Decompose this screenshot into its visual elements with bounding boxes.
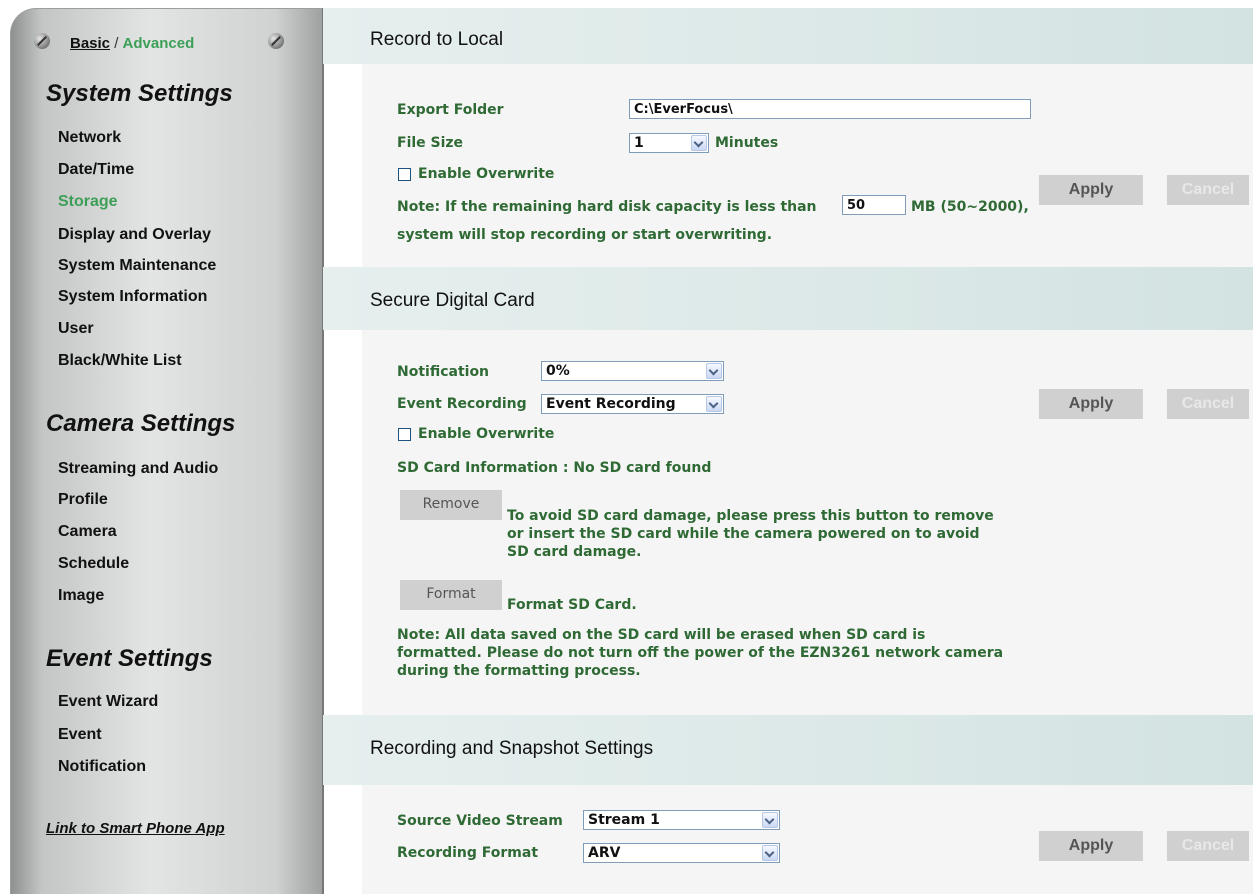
capacity-note-prefix: Note: If the remaining hard disk capacit… <box>397 199 817 215</box>
sidebar-item-display-and-overlay[interactable]: Display and Overlay <box>58 226 211 244</box>
sidebar-item-storage[interactable]: Storage <box>58 193 118 211</box>
remove-text-line2: or insert the SD card while the camera p… <box>507 526 980 542</box>
recording-cancel-button[interactable]: Cancel <box>1167 831 1249 861</box>
export-folder-label: Export Folder <box>397 102 504 118</box>
remove-text-line3: SD card damage. <box>507 544 642 560</box>
capacity-note-line2: system will stop recording or start over… <box>397 227 773 243</box>
sidebar-item-event-wizard[interactable]: Event Wizard <box>58 693 158 711</box>
file-size-label: File Size <box>397 135 464 151</box>
format-note-line2: formatted. Please do not turn off the po… <box>397 645 1004 661</box>
sidebar-item-camera[interactable]: Camera <box>58 523 117 541</box>
apply-button[interactable]: Apply <box>1039 175 1143 205</box>
capacity-input[interactable]: 50 <box>842 195 906 215</box>
source-video-stream-value: Stream 1 <box>588 812 660 828</box>
capacity-note-suffix: MB (50~2000), <box>911 199 1029 215</box>
mode-separator: / <box>110 35 123 52</box>
recording-format-label: Recording Format <box>397 845 539 861</box>
sidebar-item-event[interactable]: Event <box>58 726 102 744</box>
file-size-unit: Minutes <box>715 135 779 151</box>
sd-cancel-button[interactable]: Cancel <box>1167 389 1249 419</box>
notification-value: 0% <box>546 363 570 379</box>
export-folder-input[interactable]: C:\EverFocus\ <box>629 99 1031 119</box>
sidebar-item-schedule[interactable]: Schedule <box>58 555 129 573</box>
event-recording-label: Event Recording <box>397 396 527 412</box>
event-recording-value: Event Recording <box>546 396 676 412</box>
sd-card-title: Secure Digital Card <box>370 290 535 311</box>
notification-label: Notification <box>397 364 490 380</box>
event-recording-select[interactable]: Event Recording <box>541 394 724 414</box>
sidebar-item-system-maintenance[interactable]: System Maintenance <box>58 257 216 275</box>
advanced-mode-label[interactable]: Advanced <box>123 35 195 52</box>
recording-format-select[interactable]: ARV <box>583 843 780 863</box>
chevron-down-icon <box>762 845 778 861</box>
screw-icon <box>34 33 50 49</box>
chevron-down-icon <box>706 363 722 379</box>
sd-apply-button[interactable]: Apply <box>1039 389 1143 419</box>
cancel-button[interactable]: Cancel <box>1167 175 1249 205</box>
source-video-stream-select[interactable]: Stream 1 <box>583 810 780 830</box>
camera-settings-title: Camera Settings <box>46 410 236 437</box>
enable-overwrite-checkbox[interactable] <box>398 168 411 181</box>
notification-select[interactable]: 0% <box>541 361 724 381</box>
source-video-stream-label: Source Video Stream <box>397 813 563 829</box>
recording-apply-button[interactable]: Apply <box>1039 831 1143 861</box>
sidebar-item-network[interactable]: Network <box>58 129 121 147</box>
file-size-select[interactable]: 1 <box>629 133 709 153</box>
mode-switch: Basic / Advanced <box>70 35 194 52</box>
format-text: Format SD Card. <box>507 597 637 613</box>
recording-title: Recording and Snapshot Settings <box>370 738 654 759</box>
enable-overwrite-label: Enable Overwrite <box>418 166 555 182</box>
sidebar-item-streaming-and-audio[interactable]: Streaming and Audio <box>58 460 218 478</box>
recording-format-value: ARV <box>588 845 621 861</box>
format-button[interactable]: Format <box>400 580 502 610</box>
remove-button[interactable]: Remove <box>400 490 502 520</box>
sidebar-item-black-white-list[interactable]: Black/White List <box>58 352 182 370</box>
format-note-line1: Note: All data saved on the SD card will… <box>397 627 926 643</box>
chevron-down-icon <box>691 135 707 151</box>
remove-text-line1: To avoid SD card damage, please press th… <box>507 508 994 524</box>
sd-enable-overwrite-label: Enable Overwrite <box>418 426 555 442</box>
sd-card-info: SD Card Information : No SD card found <box>397 460 712 476</box>
sidebar-item-profile[interactable]: Profile <box>58 491 108 509</box>
basic-mode-link[interactable]: Basic <box>70 35 110 52</box>
system-settings-title: System Settings <box>46 80 233 107</box>
sidebar <box>10 8 322 894</box>
format-note-line3: during the formatting process. <box>397 663 641 679</box>
chevron-down-icon <box>706 396 722 412</box>
sidebar-item-system-information[interactable]: System Information <box>58 288 207 306</box>
sidebar-item-notification[interactable]: Notification <box>58 758 146 776</box>
chevron-down-icon <box>762 812 778 828</box>
file-size-value: 1 <box>634 135 644 151</box>
smart-phone-app-link[interactable]: Link to Smart Phone App <box>46 820 225 837</box>
sidebar-item-date-time[interactable]: Date/Time <box>58 161 134 179</box>
sidebar-item-user[interactable]: User <box>58 320 94 338</box>
sd-enable-overwrite-checkbox[interactable] <box>398 428 411 441</box>
screw-icon <box>268 33 284 49</box>
event-settings-title: Event Settings <box>46 645 213 672</box>
sidebar-item-image[interactable]: Image <box>58 587 104 605</box>
record-local-title: Record to Local <box>370 29 504 50</box>
